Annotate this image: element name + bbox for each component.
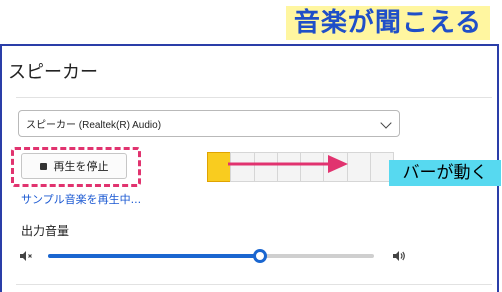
annotation-heading: 音楽が聞こえる xyxy=(286,6,490,40)
playing-status-link[interactable]: サンプル音楽を再生中... xyxy=(21,191,141,207)
volume-slider-thumb[interactable] xyxy=(252,249,267,263)
speaker-loud-icon[interactable] xyxy=(391,248,407,264)
divider xyxy=(16,284,492,285)
highlight-dashed-box xyxy=(11,147,141,187)
chevron-down-icon xyxy=(380,117,392,129)
section-title: スピーカー xyxy=(8,62,98,83)
arrow-right-icon xyxy=(228,155,348,173)
output-device-select[interactable]: スピーカー (Realtek(R) Audio) xyxy=(18,110,400,137)
annotation-callout: バーが動く xyxy=(389,160,501,186)
volume-slider-fill xyxy=(48,254,260,258)
speaker-settings-panel: スピーカー スピーカー (Realtek(R) Audio) 再生を停止 サンプ… xyxy=(0,44,501,292)
speaker-mute-icon[interactable] xyxy=(18,248,34,264)
volume-slider-track[interactable] xyxy=(48,249,374,263)
selected-device: スピーカー (Realtek(R) Audio) xyxy=(26,120,162,131)
volume-control xyxy=(18,244,408,268)
volume-label: 出力音量 xyxy=(21,224,70,238)
divider xyxy=(16,97,492,98)
